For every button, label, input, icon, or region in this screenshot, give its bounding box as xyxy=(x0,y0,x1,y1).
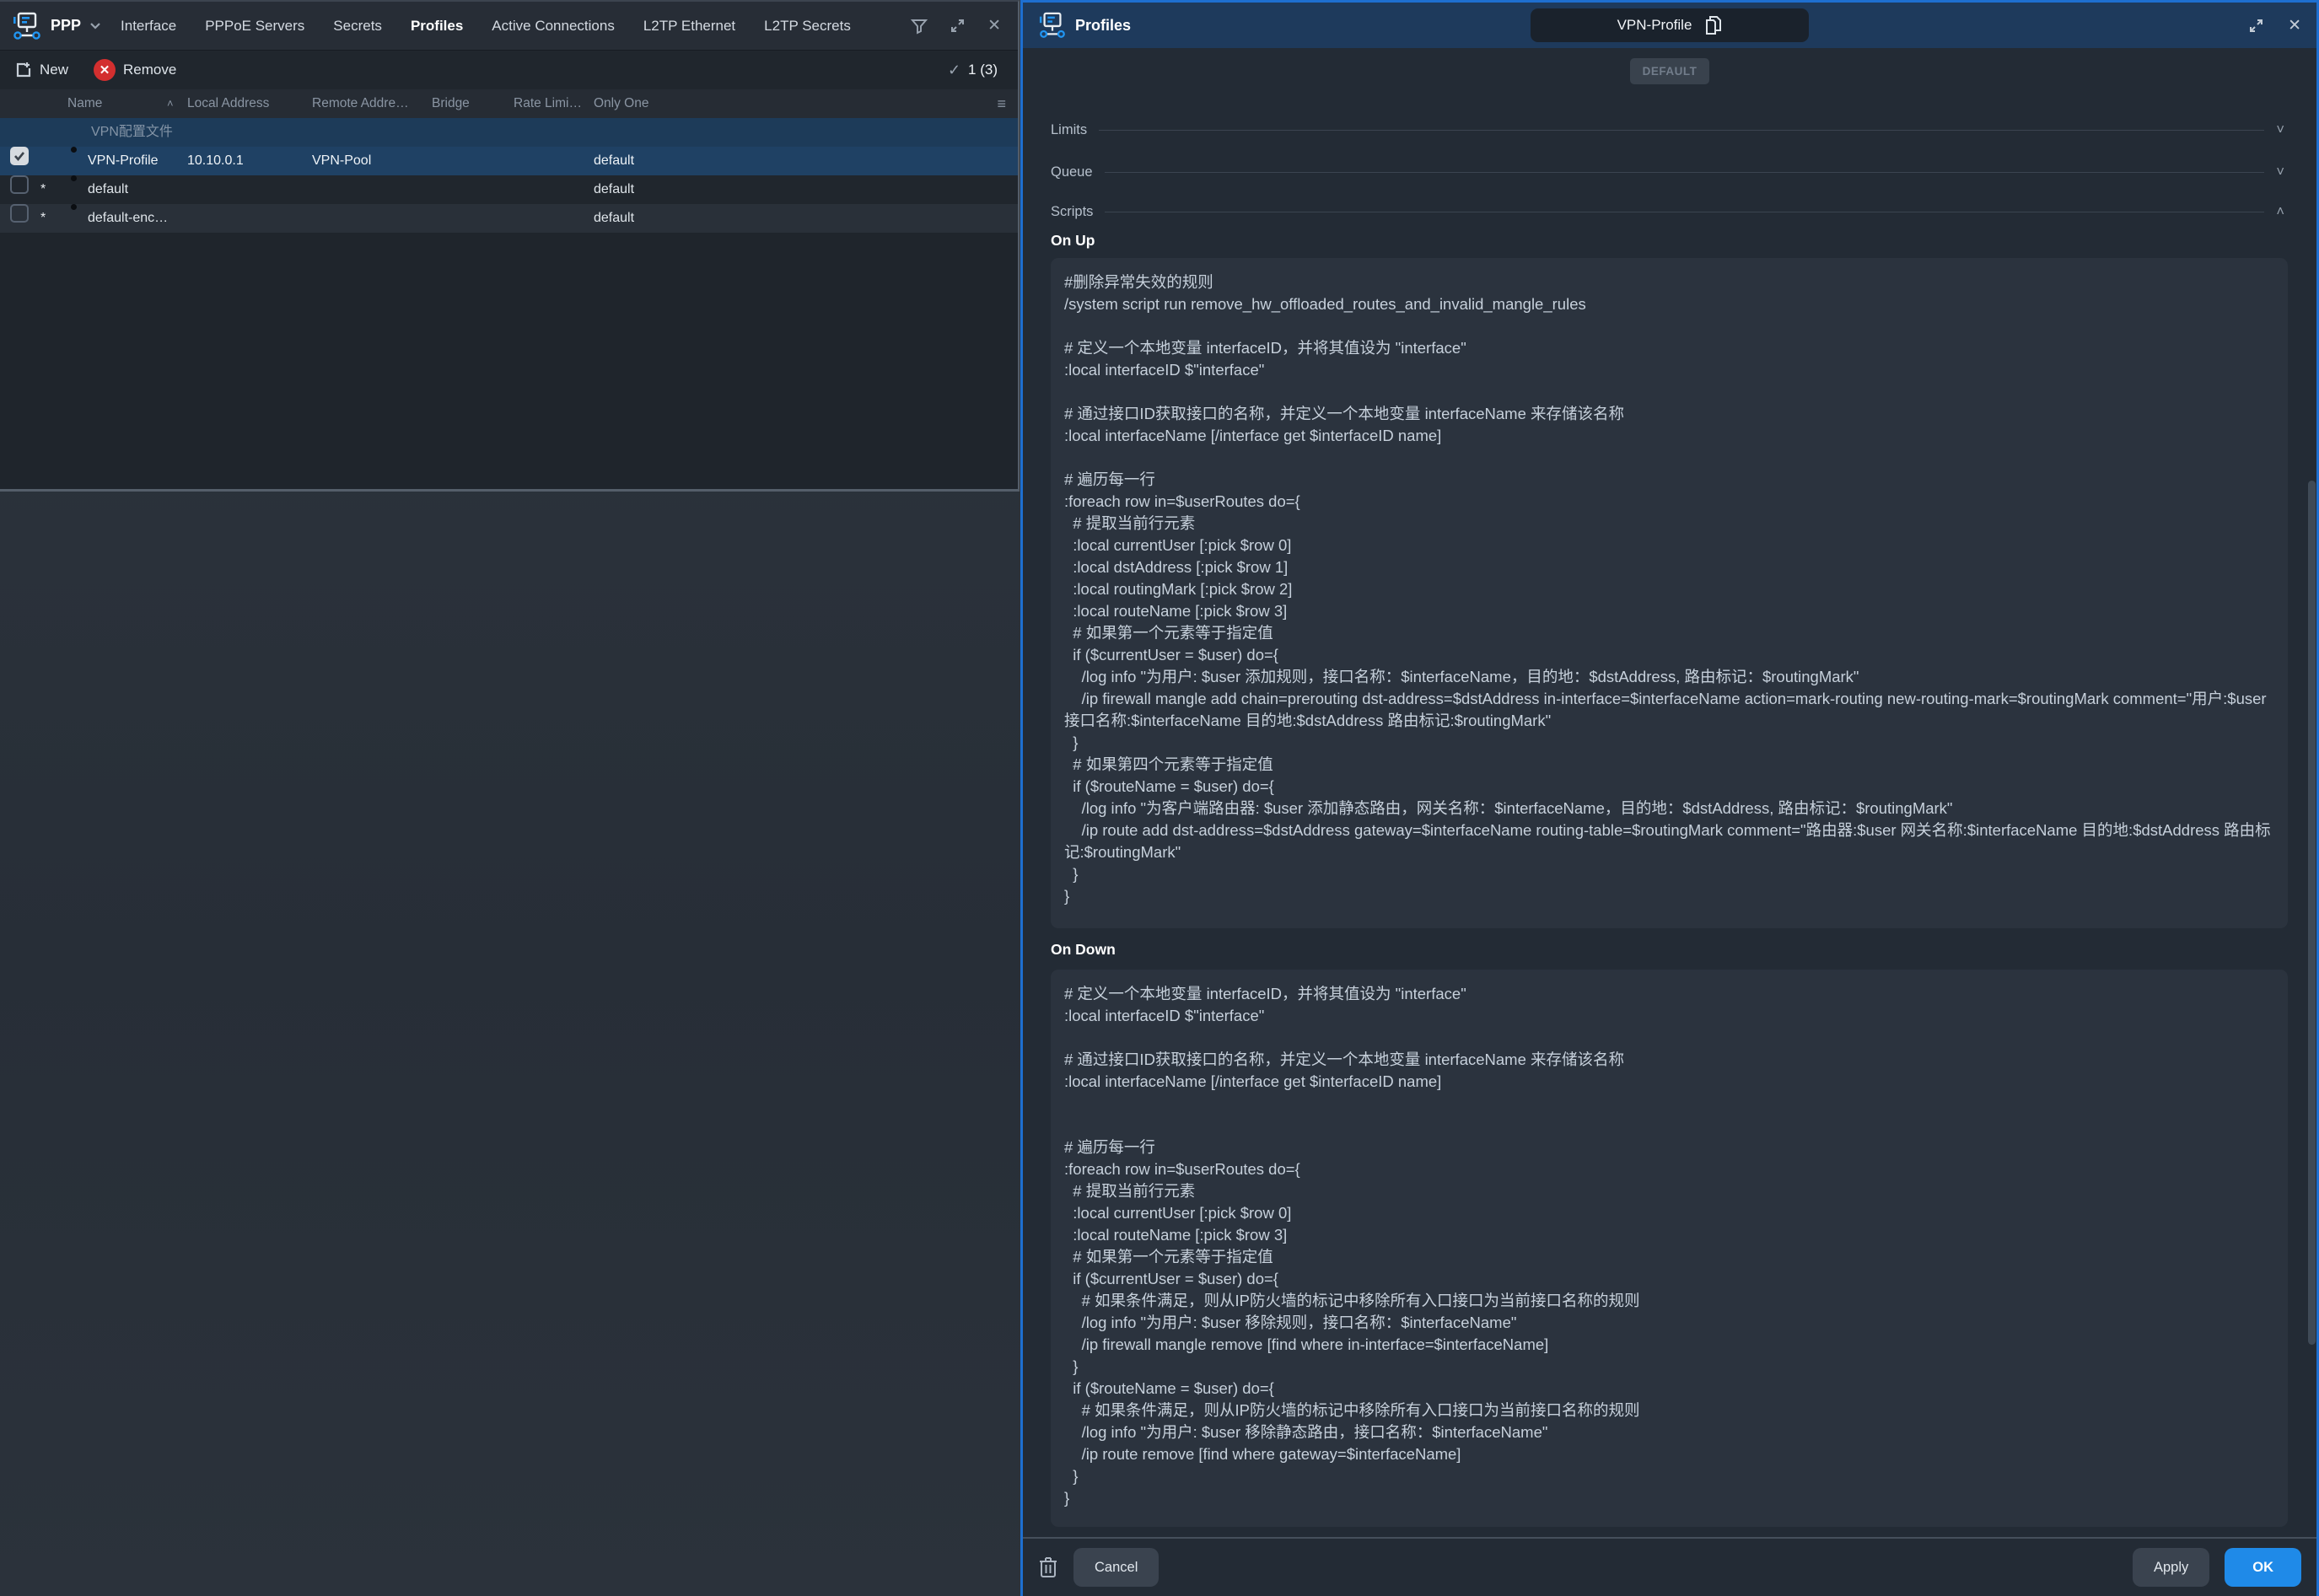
scrollbar-thumb[interactable] xyxy=(2308,481,2316,1345)
ppp-app-icon xyxy=(12,12,42,40)
row-remote-address: VPN-Pool xyxy=(312,147,371,175)
sort-asc-icon[interactable]: ˄ xyxy=(167,89,174,118)
row-checkbox-unchecked[interactable] xyxy=(10,175,29,194)
new-button[interactable]: New xyxy=(13,61,68,79)
chevron-down-icon: ˅ xyxy=(2276,122,2284,138)
profiles-window-icon xyxy=(1038,12,1067,39)
apply-button[interactable]: Apply xyxy=(2133,1548,2209,1587)
column-header-name[interactable]: Name xyxy=(67,89,102,118)
filter-icon[interactable] xyxy=(911,18,928,35)
trash-icon[interactable] xyxy=(1038,1556,1058,1579)
new-button-label: New xyxy=(40,62,68,78)
on-down-label: On Down xyxy=(1051,941,1116,959)
ppp-menubar: PPP Interface PPPoE Servers Secrets Prof… xyxy=(0,2,1018,50)
section-divider xyxy=(1105,172,2265,173)
close-icon[interactable]: ✕ xyxy=(2288,16,2301,35)
on-up-label: On Up xyxy=(1051,232,1095,250)
selection-count-value: 1 (3) xyxy=(968,62,998,78)
column-header-only-one[interactable]: Only One xyxy=(594,89,648,118)
menu-item-secrets[interactable]: Secrets xyxy=(319,18,396,35)
menu-item-active-connections[interactable]: Active Connections xyxy=(477,18,629,35)
section-scripts[interactable]: Scripts ˄ xyxy=(1051,199,2284,224)
section-limits[interactable]: Limits ˅ xyxy=(1051,117,2284,142)
section-divider xyxy=(1099,130,2264,131)
column-header-bridge[interactable]: Bridge xyxy=(432,89,470,118)
expand-icon[interactable] xyxy=(2248,18,2264,34)
section-queue-label: Queue xyxy=(1051,164,1093,180)
selection-count: ✓ 1 (3) xyxy=(948,62,1004,79)
ok-button[interactable]: OK xyxy=(2225,1548,2301,1587)
ppp-menu-root[interactable]: PPP xyxy=(12,12,106,40)
columns-menu-icon[interactable]: ≡ xyxy=(997,89,1006,118)
column-header-rate-limit[interactable]: Rate Limi… xyxy=(514,89,582,118)
detail-footer: Cancel Apply OK xyxy=(1023,1537,2316,1596)
row-checkbox-unchecked[interactable] xyxy=(10,204,29,223)
profile-name: VPN-Profile xyxy=(1617,17,1692,34)
ppp-window: PPP Interface PPPoE Servers Secrets Prof… xyxy=(0,0,1020,492)
menu-item-pppoe-servers[interactable]: PPPoE Servers xyxy=(191,18,319,35)
row-bullet-icon xyxy=(71,204,77,210)
table-header: Name ˄ Local Address Remote Addre… Bridg… xyxy=(0,89,1018,118)
row-only-one: default xyxy=(594,204,634,233)
column-header-remote-address[interactable]: Remote Addre… xyxy=(312,89,409,118)
row-bullet-icon xyxy=(71,175,77,181)
profile-detail-window: Profiles VPN-Profile ✕ DEFA xyxy=(1020,0,2319,1596)
check-icon: ✓ xyxy=(948,62,960,79)
menu-item-l2tp-secrets[interactable]: L2TP Secrets xyxy=(750,18,865,35)
row-name: VPN-Profile xyxy=(88,147,159,175)
expand-icon[interactable] xyxy=(950,18,966,34)
remove-icon: ✕ xyxy=(94,59,116,81)
on-down-script-text: # 定义一个本地变量 interfaceID，并将其值设为 "interface… xyxy=(1064,983,2274,1509)
menu-item-l2tp-ethernet[interactable]: L2TP Ethernet xyxy=(629,18,750,35)
group-row-label: VPN配置文件 xyxy=(91,118,173,147)
row-bullet-icon xyxy=(71,147,77,153)
section-scripts-label: Scripts xyxy=(1051,204,1093,220)
chevron-up-icon: ˄ xyxy=(2276,204,2284,220)
list-toolbar: New ✕ Remove ✓ 1 (3) xyxy=(0,50,1018,89)
chevron-down-icon xyxy=(89,22,101,30)
table-row[interactable]: * default default xyxy=(0,175,1018,204)
ppp-app-label: PPP xyxy=(51,17,81,35)
cancel-button[interactable]: Cancel xyxy=(1073,1548,1159,1587)
table-row[interactable]: VPN-Profile 10.10.0.1 VPN-Pool default xyxy=(0,147,1018,175)
row-name: default-enc… xyxy=(88,204,168,233)
detail-window-title: Profiles xyxy=(1075,17,1131,35)
menu-item-profiles[interactable]: Profiles xyxy=(396,18,477,35)
chevron-down-icon: ˅ xyxy=(2276,164,2284,180)
detail-titlebar: Profiles VPN-Profile ✕ xyxy=(1023,3,2316,48)
table-group-row[interactable]: VPN配置文件 xyxy=(0,118,1018,147)
row-default-flag: * xyxy=(40,175,46,204)
default-badge: DEFAULT xyxy=(1630,58,1710,84)
on-up-script-text: #删除异常失效的规则 /system script run remove_hw_… xyxy=(1064,271,2274,907)
row-default-flag: * xyxy=(40,204,46,233)
profile-name-chip[interactable]: VPN-Profile xyxy=(1531,8,1809,42)
section-limits-label: Limits xyxy=(1051,122,1087,138)
row-checkbox-checked[interactable] xyxy=(10,147,29,165)
menu-item-interface[interactable]: Interface xyxy=(106,18,191,35)
row-only-one: default xyxy=(594,175,634,204)
section-queue[interactable]: Queue ˅ xyxy=(1051,159,2284,185)
row-only-one: default xyxy=(594,147,634,175)
row-local-address: 10.10.0.1 xyxy=(187,147,244,175)
copy-icon[interactable] xyxy=(1705,15,1722,35)
column-header-local-address[interactable]: Local Address xyxy=(187,89,269,118)
new-icon xyxy=(13,61,32,79)
close-icon[interactable]: ✕ xyxy=(987,16,1001,35)
on-down-script-field[interactable]: # 定义一个本地变量 interfaceID，并将其值设为 "interface… xyxy=(1051,970,2288,1527)
on-up-script-field[interactable]: #删除异常失效的规则 /system script run remove_hw_… xyxy=(1051,258,2288,928)
remove-button-label: Remove xyxy=(123,62,176,78)
table-row[interactable]: * default-enc… default xyxy=(0,204,1018,233)
row-name: default xyxy=(88,175,128,204)
remove-button[interactable]: ✕ Remove xyxy=(94,59,176,81)
